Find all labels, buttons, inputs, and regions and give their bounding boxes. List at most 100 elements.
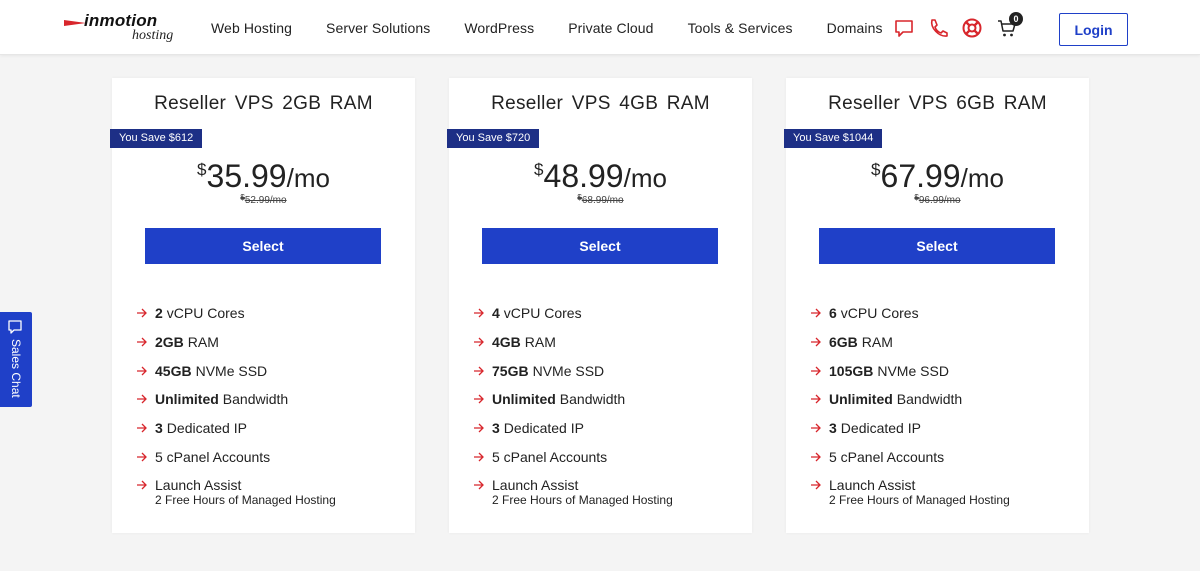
arrow-right-icon [473,480,485,490]
nav-private-cloud[interactable]: Private Cloud [568,20,653,36]
chat-icon[interactable] [893,17,915,39]
select-button[interactable]: Select [819,228,1055,264]
arrow-right-icon [810,394,822,404]
price-currency: $ [197,160,207,179]
feature-label: vCPU Cores [503,305,582,322]
feature-label: Dedicated IP [166,420,247,437]
feature-item: 5 cPanel Accounts [136,442,288,471]
select-button[interactable]: Select [145,228,381,264]
savings-badge: You Save $1044 [784,129,883,148]
feature-item: 5 cPanel Accounts [473,442,625,471]
feature-label: vCPU Cores [166,305,245,322]
plan-title: Reseller VPS 4GB RAM [491,93,710,114]
nav-tools-services[interactable]: Tools & Services [688,20,793,36]
logo-subtitle: hosting [132,28,174,43]
arrow-right-icon [136,337,148,347]
original-price-amount: 96.99/mo [918,195,961,206]
nav-wordpress[interactable]: WordPress [464,20,534,36]
original-price-amount: 52.99/mo [244,195,287,206]
chat-bubble-icon [7,319,23,335]
select-button[interactable]: Select [482,228,718,264]
feature-label: 5 cPanel Accounts [492,448,608,465]
arrow-right-icon [810,308,822,318]
feature-note: 2 Free Hours of Managed Hosting [492,493,673,507]
feature-note: 2 Free Hours of Managed Hosting [155,493,336,507]
login-button[interactable]: Login [1059,13,1128,46]
price-period: /mo [623,163,667,193]
plan-title: Reseller VPS 6GB RAM [828,93,1047,114]
feature-item: 4GB RAM [473,328,625,357]
feature-item: 45GB NVMe SSD [136,356,288,385]
support-icon[interactable] [961,17,983,39]
feature-label: vCPU Cores [840,305,919,322]
feature-label: RAM [861,334,893,351]
feature-item: Unlimited Bandwidth [473,385,625,414]
price-currency: $ [534,160,544,179]
feature-label: Bandwidth [559,391,626,408]
original-price: $52.99/mo [112,193,415,206]
feature-value: Unlimited [492,391,556,408]
phone-icon[interactable] [927,17,949,39]
feature-item: 75GB NVMe SSD [473,356,625,385]
arrow-right-icon [473,394,485,404]
feature-note: 2 Free Hours of Managed Hosting [829,493,1010,507]
nav-domains[interactable]: Domains [827,20,883,36]
site-header: inmotion hosting Web Hosting Server Solu… [0,0,1200,55]
nav-server-solutions[interactable]: Server Solutions [326,20,430,36]
feature-item: 4 vCPU Cores [473,299,625,328]
feature-item: 2GB RAM [136,328,288,357]
feature-label: Dedicated IP [503,420,584,437]
feature-list: 4 vCPU Cores 4GB RAM 75GB NVMe SSD Unlimite… [473,299,625,500]
feature-label: Bandwidth [896,391,963,408]
arrow-right-icon [810,480,822,490]
arrow-right-icon [136,452,148,462]
feature-label: RAM [187,334,219,351]
nav-web-hosting[interactable]: Web Hosting [211,20,292,36]
feature-value: 105GB [829,362,874,379]
inmotion-logo[interactable]: inmotion hosting [64,11,188,47]
price-period: /mo [960,163,1004,193]
sales-chat-tab[interactable]: Sales Chat [0,312,32,407]
feature-value: 75GB [492,362,529,379]
plan-price: $48.99/mo [449,158,752,195]
plan-price: $35.99/mo [112,158,415,195]
feature-item: Unlimited Bandwidth [810,385,962,414]
feature-item: 3 Dedicated IP [473,414,625,443]
feature-value: Unlimited [829,391,893,408]
cart-icon[interactable]: 0 [996,12,1023,39]
price-amount: 67.99 [880,158,961,194]
feature-list: 2 vCPU Cores 2GB RAM 45GB NVMe SSD Unlimite… [136,299,288,500]
feature-item: 2 vCPU Cores [136,299,288,328]
feature-label: 5 cPanel Accounts [829,448,945,465]
feature-label: RAM [524,334,556,351]
arrow-right-icon [473,423,485,433]
feature-value: 45GB [155,362,192,379]
feature-label: Launch Assist [492,477,579,494]
feature-label: NVMe SSD [877,362,949,379]
arrow-right-icon [136,480,148,490]
feature-value: 2 [155,305,163,322]
feature-value: Unlimited [155,391,219,408]
feature-item: 6GB RAM [810,328,962,357]
arrow-right-icon [136,423,148,433]
savings-badge: You Save $612 [110,129,203,148]
feature-item: 3 Dedicated IP [136,414,288,443]
arrow-right-icon [136,308,148,318]
arrow-right-icon [136,394,148,404]
feature-label: Bandwidth [222,391,289,408]
feature-value: 3 [155,420,163,437]
price-amount: 48.99 [543,158,624,194]
sales-chat-label: Sales Chat [9,339,23,398]
arrow-right-icon [136,366,148,376]
feature-value: 4 [492,305,500,322]
price-currency: $ [871,160,881,179]
feature-value: 6GB [829,334,858,351]
feature-label: Dedicated IP [840,420,921,437]
feature-item: 6 vCPU Cores [810,299,962,328]
feature-label: NVMe SSD [532,362,605,379]
arrow-right-icon [810,423,822,433]
feature-value: 2GB [155,334,184,351]
feature-value: 4GB [492,334,521,351]
arrow-right-icon [810,366,822,376]
feature-value: 3 [829,420,837,437]
